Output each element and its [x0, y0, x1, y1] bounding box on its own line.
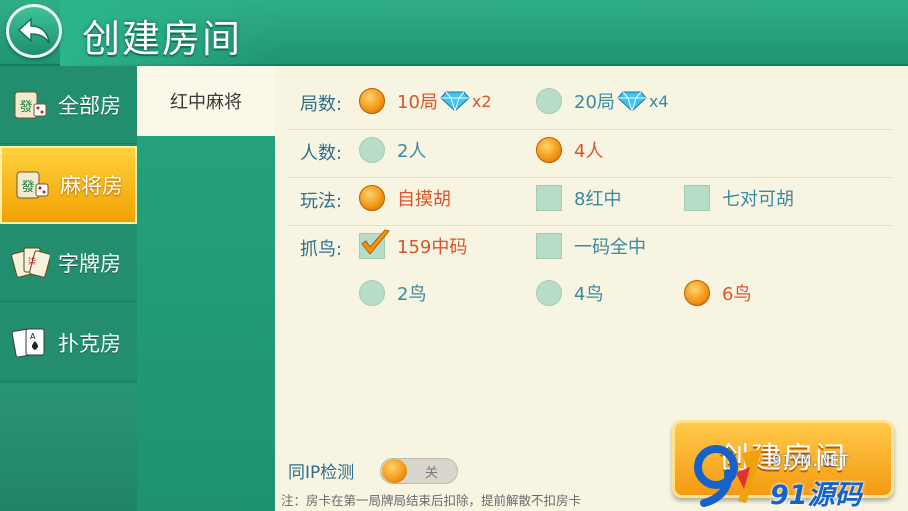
sidebar: 發 全部房 發 麻将房 柒 字牌房 A 扑克房 — [0, 66, 137, 511]
sidebar-background — [0, 384, 137, 511]
svg-text:發: 發 — [19, 100, 32, 115]
rounds-option-10[interactable]: 10局 x2 — [359, 88, 492, 114]
birds-count-2[interactable]: 2鸟 — [359, 280, 426, 306]
radio-selected[interactable] — [684, 280, 710, 306]
option-label: 8红中 — [574, 189, 622, 210]
diamond-icon — [617, 91, 647, 112]
sidebar-item-poker-rooms[interactable]: A 扑克房 — [0, 304, 137, 382]
zipai-cards-icon: 柒 — [10, 243, 50, 283]
svg-text:發: 發 — [21, 180, 34, 195]
svg-text:柒: 柒 — [28, 256, 36, 266]
watermark-logo-icon — [694, 445, 762, 507]
diamond-icon — [440, 91, 470, 112]
room-card-note: 注：房卡在第一局牌局结束后扣除，提前解散不扣房卡 — [281, 493, 582, 508]
mahjong-tile-icon: 發 — [10, 85, 50, 125]
option-label: 2鸟 — [397, 284, 427, 305]
birds-label: 抓鸟: — [300, 239, 343, 260]
ip-check-label: 同IP检测 — [288, 463, 355, 483]
option-label: 159中码 — [397, 237, 468, 258]
back-arrow-icon — [17, 17, 50, 44]
radio-selected[interactable] — [359, 185, 385, 211]
sidebar-item-label: 扑克房 — [58, 331, 121, 356]
sidebar-item-label: 全部房 — [58, 93, 121, 118]
play-option-8hongzhong[interactable]: 8红中 — [536, 185, 621, 211]
game-list: 红中麻将 — [137, 66, 275, 511]
multiplier: x4 — [648, 91, 669, 111]
checkbox-checked[interactable] — [359, 229, 390, 259]
page-title: 创建房间 — [82, 17, 243, 61]
checkbox-unchecked[interactable] — [684, 185, 710, 211]
birds-option-159[interactable]: 159中码 — [359, 229, 468, 259]
radio-unselected[interactable] — [536, 280, 562, 306]
birds-count-6[interactable]: 6鸟 — [684, 280, 751, 306]
radio-selected[interactable] — [359, 88, 385, 114]
sidebar-item-zipai-rooms[interactable]: 柒 字牌房 — [0, 224, 137, 302]
toggle-label: 关 — [425, 466, 439, 481]
divider — [287, 177, 892, 178]
play-label: 玩法: — [300, 191, 343, 212]
sidebar-item-mahjong-rooms[interactable]: 發 麻将房 — [0, 146, 137, 224]
tab-label: 红中麻将 — [170, 92, 242, 113]
radio-unselected[interactable] — [536, 88, 562, 114]
header-bar: 创建房间 — [0, 0, 908, 66]
radio-unselected[interactable] — [359, 280, 385, 306]
checkmark-icon — [361, 229, 390, 255]
option-label: 10局 — [397, 92, 438, 113]
ip-check-toggle[interactable]: 关 — [380, 458, 458, 484]
option-label: 2人 — [397, 141, 427, 162]
watermark: 91YM.NET 91源码 — [690, 443, 890, 511]
sidebar-item-all-rooms[interactable]: 發 全部房 — [0, 66, 137, 144]
option-label: 4鸟 — [574, 284, 604, 305]
multiplier: x2 — [471, 91, 492, 111]
checkbox-unchecked[interactable] — [536, 233, 562, 259]
sidebar-item-label: 麻将房 — [60, 174, 123, 198]
option-label: 七对可胡 — [722, 189, 794, 210]
back-button[interactable] — [6, 4, 62, 58]
poker-cards-icon: A — [10, 323, 50, 363]
checkbox-unchecked[interactable] — [536, 185, 562, 211]
tab-hongzhong-mahjong[interactable]: 红中麻将 — [137, 66, 275, 136]
option-label: 4人 — [574, 141, 604, 162]
players-option-4[interactable]: 4人 — [536, 137, 603, 163]
divider — [287, 225, 892, 226]
mahjong-dice-icon: 發 — [12, 165, 52, 205]
option-label: 自摸胡 — [397, 189, 451, 210]
radio-unselected[interactable] — [359, 137, 385, 163]
sidebar-item-label: 字牌房 — [58, 251, 121, 276]
radio-selected[interactable] — [536, 137, 562, 163]
play-option-qiduikehu[interactable]: 七对可胡 — [684, 185, 794, 211]
divider — [287, 129, 892, 130]
rounds-option-20[interactable]: 20局 x4 — [536, 88, 669, 114]
play-option-zimohu[interactable]: 自摸胡 — [359, 185, 451, 211]
option-label: 一码全中 — [574, 237, 646, 258]
birds-count-4[interactable]: 4鸟 — [536, 280, 603, 306]
svg-text:A: A — [30, 332, 36, 341]
option-label: 6鸟 — [722, 284, 752, 305]
players-option-2[interactable]: 2人 — [359, 137, 426, 163]
watermark-name: 91源码 — [770, 480, 862, 511]
toggle-knob[interactable] — [382, 459, 407, 483]
players-label: 人数: — [300, 143, 343, 164]
option-label: 20局 — [574, 92, 615, 113]
watermark-site: 91YM.NET — [772, 451, 850, 470]
birds-option-yimaquanzhong[interactable]: 一码全中 — [536, 233, 646, 259]
rounds-label: 局数: — [300, 94, 343, 115]
